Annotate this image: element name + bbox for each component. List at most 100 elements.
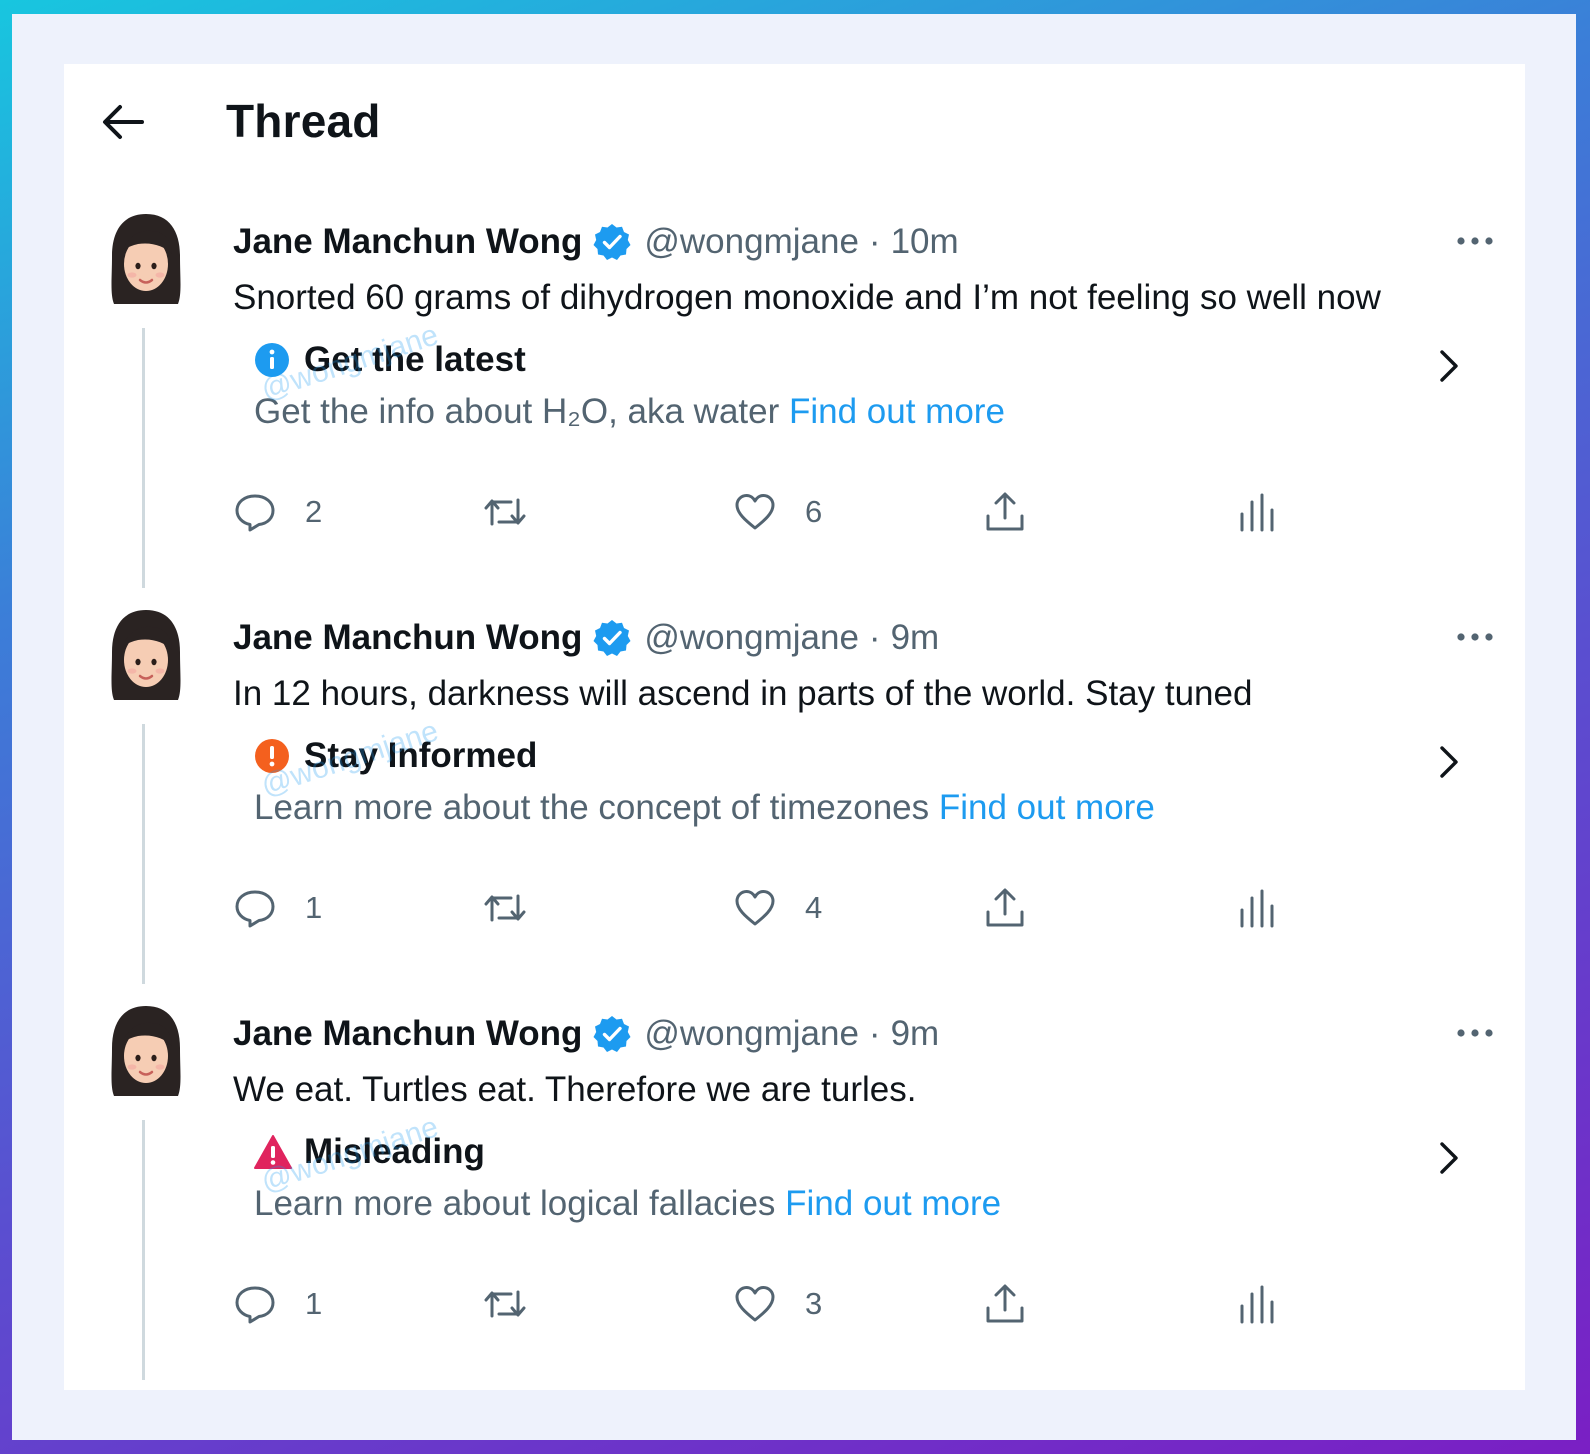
reply-button[interactable]: 1	[233, 878, 322, 938]
avatar[interactable]	[108, 608, 184, 704]
share-button[interactable]	[983, 878, 1027, 938]
arrow-left-icon	[103, 105, 144, 139]
retweet-icon	[484, 1290, 526, 1318]
avatar[interactable]	[108, 212, 184, 308]
info-icon	[255, 343, 289, 377]
more-options-button[interactable]	[1455, 226, 1495, 256]
alert-circle-icon	[254, 738, 290, 774]
misinformation-label[interactable]: Misleading Learn more about logical fall…	[254, 1110, 1464, 1252]
reply-count: 1	[305, 890, 323, 925]
timestamp[interactable]: 10m	[891, 222, 959, 262]
notice-description: Learn more about the concept of timezone…	[254, 788, 939, 827]
more-dots-icon	[1457, 1029, 1493, 1037]
share-button[interactable]	[983, 482, 1027, 542]
notice-description: Get the info about H₂O, aka water	[254, 392, 789, 431]
warning-triangle-icon	[254, 1135, 292, 1169]
more-options-button[interactable]	[1455, 622, 1495, 652]
retweet-button[interactable]	[483, 1274, 555, 1334]
heart-icon	[735, 890, 775, 926]
more-dots-icon	[1457, 633, 1493, 641]
retweet-button[interactable]	[483, 482, 555, 542]
heart-icon	[735, 1286, 775, 1322]
reply-count: 1	[305, 1286, 323, 1321]
timestamp[interactable]: 9m	[891, 618, 940, 658]
analytics-bars-icon	[1240, 1285, 1274, 1324]
heart-icon	[735, 494, 775, 530]
author-name[interactable]: Jane Manchun Wong	[233, 222, 582, 262]
tweet[interactable]: Jane Manchun Wong @wongmjane · 9m We eat…	[64, 1004, 1525, 1390]
author-handle[interactable]: @wongmjane	[644, 1014, 859, 1054]
info-icon	[254, 342, 290, 378]
notice-body: Learn more about logical fallacies Find …	[254, 1184, 1001, 1224]
author-name[interactable]: Jane Manchun Wong	[233, 618, 582, 658]
like-count: 6	[805, 494, 823, 529]
retweet-icon	[484, 498, 526, 526]
more-options-button[interactable]	[1455, 1018, 1495, 1048]
thread-connector-line	[142, 1120, 145, 1380]
tweet-text: Snorted 60 grams of dihydrogen monoxide …	[233, 278, 1381, 317]
author-handle[interactable]: @wongmjane	[644, 618, 859, 658]
analytics-bars-icon	[1240, 493, 1274, 532]
like-count: 3	[805, 1286, 823, 1321]
chevron-right-icon	[1440, 350, 1458, 382]
find-out-more-link[interactable]: Find out more	[785, 1184, 1001, 1223]
share-icon	[986, 888, 1024, 927]
reply-icon	[235, 494, 275, 532]
reply-count: 2	[305, 494, 323, 529]
retweet-icon	[484, 894, 526, 922]
reply-button[interactable]: 1	[233, 1274, 322, 1334]
alert-circle-icon	[255, 739, 289, 773]
verified-badge-icon	[593, 224, 631, 260]
reply-button[interactable]: 2	[233, 482, 322, 542]
like-button[interactable]: 3	[733, 1274, 822, 1334]
memoji-avatar-icon	[111, 1006, 181, 1096]
find-out-more-link[interactable]: Find out more	[789, 392, 1005, 431]
verified-badge-icon	[593, 620, 631, 656]
notice-title: Get the latest	[304, 340, 526, 379]
page-title: Thread	[226, 95, 381, 147]
retweet-button[interactable]	[483, 878, 555, 938]
notice-body: Get the info about H₂O, aka water Find o…	[254, 392, 1005, 432]
analytics-button[interactable]	[1233, 482, 1277, 542]
warning-triangle-icon	[254, 1134, 292, 1170]
timestamp[interactable]: 9m	[891, 1014, 940, 1054]
share-button[interactable]	[983, 1274, 1027, 1334]
chevron-right-icon	[1440, 746, 1458, 778]
notice-header: Misleading	[254, 1132, 485, 1172]
thread-connector-line	[142, 724, 145, 984]
analytics-button[interactable]	[1233, 1274, 1277, 1334]
analytics-bars-icon	[1240, 889, 1274, 928]
author-name[interactable]: Jane Manchun Wong	[233, 1014, 582, 1054]
avatar[interactable]	[108, 1004, 184, 1100]
author-handle[interactable]: @wongmjane	[644, 222, 859, 262]
back-button[interactable]	[92, 92, 152, 152]
share-icon	[986, 492, 1024, 531]
memoji-avatar-icon	[111, 610, 181, 700]
like-button[interactable]: 4	[733, 878, 822, 938]
thread-card: Thread Jane Manchun Wong @wongmjane · 10…	[64, 64, 1525, 1390]
reply-icon	[235, 1286, 275, 1324]
misinformation-label[interactable]: Get the latest Get the info about H₂O, a…	[254, 318, 1464, 460]
like-button[interactable]: 6	[733, 482, 822, 542]
tweet-text: We eat. Turtles eat. Therefore we are tu…	[233, 1070, 917, 1109]
thread-connector-line	[142, 328, 145, 588]
more-dots-icon	[1457, 237, 1493, 245]
reply-icon	[235, 890, 275, 928]
tweet-actions: 1 4	[233, 878, 1333, 938]
tweet-actions: 2 6	[233, 482, 1333, 542]
memoji-avatar-icon	[111, 214, 181, 304]
verified-badge-icon	[593, 1016, 631, 1052]
thread-header: Thread	[64, 64, 1525, 184]
chevron-right-icon	[1440, 1142, 1458, 1174]
find-out-more-link[interactable]: Find out more	[939, 788, 1155, 827]
tweet[interactable]: Jane Manchun Wong @wongmjane · 9m In 12 …	[64, 608, 1525, 1004]
misinformation-label[interactable]: Stay Informed Learn more about the conce…	[254, 714, 1464, 856]
analytics-button[interactable]	[1233, 878, 1277, 938]
notice-description: Learn more about logical fallacies	[254, 1184, 786, 1223]
share-icon	[986, 1284, 1024, 1323]
notice-title: Stay Informed	[304, 736, 538, 775]
tweet-text: In 12 hours, darkness will ascend in par…	[233, 674, 1253, 713]
tweet[interactable]: Jane Manchun Wong @wongmjane · 10m Snort…	[64, 212, 1525, 608]
tweet-actions: 1 3	[233, 1274, 1333, 1334]
tweet-header: Jane Manchun Wong @wongmjane · 10m	[233, 220, 959, 264]
